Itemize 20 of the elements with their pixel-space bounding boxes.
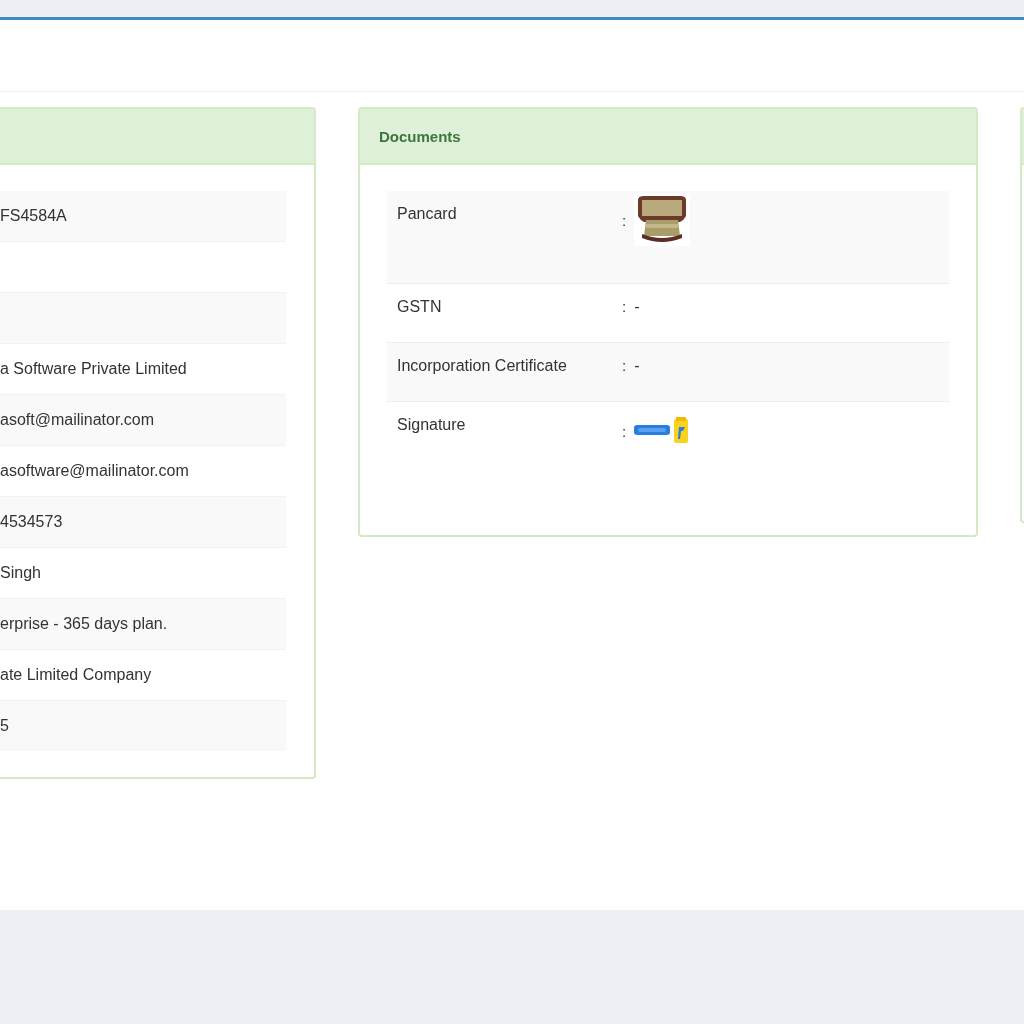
field-label: Signature xyxy=(397,416,467,435)
field-value: - xyxy=(634,357,640,375)
field-value: a Software Private Limited xyxy=(0,360,187,378)
field-value: - xyxy=(634,298,640,316)
field-value: ate Limited Company xyxy=(0,666,152,684)
separator: : xyxy=(622,357,627,374)
field-label: Pancard xyxy=(397,205,458,224)
field-value: Singh xyxy=(0,564,41,582)
field-value: asoftware@mailinator.com xyxy=(0,462,189,480)
field-value: FS4584A xyxy=(0,207,67,225)
panel-title: Documents xyxy=(379,127,461,145)
field-label: GSTN xyxy=(397,298,443,317)
separator: : xyxy=(622,211,627,229)
field-value: 4534573 xyxy=(0,513,63,531)
field-value: asoft@mailinator.com xyxy=(0,411,155,429)
separator: : xyxy=(622,298,627,315)
separator: : xyxy=(622,422,627,440)
field-value: 5 xyxy=(0,717,9,735)
field-label: Incorporation Certificate xyxy=(397,357,568,376)
field-value: erprise - 365 days plan. xyxy=(0,615,168,633)
